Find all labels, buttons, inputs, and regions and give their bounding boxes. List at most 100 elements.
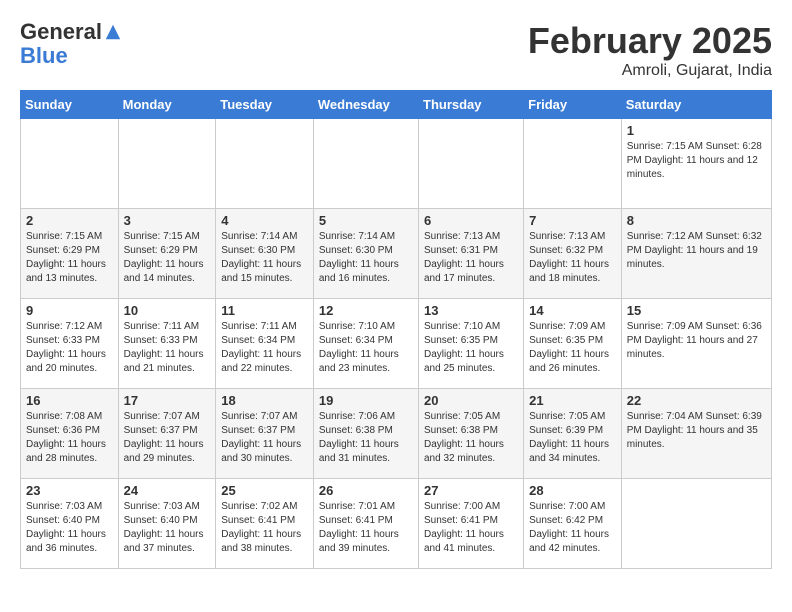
day-info: Sunrise: 7:10 AM Sunset: 6:34 PM Dayligh… — [319, 320, 413, 376]
day-info: Sunrise: 7:12 AM Sunset: 6:32 PM Dayligh… — [627, 230, 766, 272]
day-number: 9 — [26, 303, 113, 318]
day-number: 16 — [26, 393, 113, 408]
calendar-cell: 7 Sunrise: 7:13 AM Sunset: 6:32 PM Daylig… — [524, 209, 622, 299]
calendar-cell: 1 Sunrise: 7:15 AM Sunset: 6:28 PM Daylig… — [621, 119, 771, 209]
calendar-cell: 8 Sunrise: 7:12 AM Sunset: 6:32 PM Daylig… — [621, 209, 771, 299]
day-number: 13 — [424, 303, 518, 318]
day-number: 24 — [124, 483, 211, 498]
calendar-cell: 19 Sunrise: 7:06 AM Sunset: 6:38 PM Dayli… — [313, 389, 418, 479]
calendar-cell — [118, 119, 216, 209]
day-info: Sunrise: 7:10 AM Sunset: 6:35 PM Dayligh… — [424, 320, 518, 376]
week-row-3: 9 Sunrise: 7:12 AM Sunset: 6:33 PM Daylig… — [21, 299, 772, 389]
calendar-cell: 9 Sunrise: 7:12 AM Sunset: 6:33 PM Daylig… — [21, 299, 119, 389]
day-number: 1 — [627, 123, 766, 138]
calendar-cell: 21 Sunrise: 7:05 AM Sunset: 6:39 PM Dayli… — [524, 389, 622, 479]
day-info: Sunrise: 7:07 AM Sunset: 6:37 PM Dayligh… — [221, 410, 308, 466]
day-number: 28 — [529, 483, 616, 498]
logo: General Blue — [20, 20, 122, 68]
day-info: Sunrise: 7:08 AM Sunset: 6:36 PM Dayligh… — [26, 410, 113, 466]
calendar-cell — [524, 119, 622, 209]
day-info: Sunrise: 7:06 AM Sunset: 6:38 PM Dayligh… — [319, 410, 413, 466]
week-row-1: 1 Sunrise: 7:15 AM Sunset: 6:28 PM Daylig… — [21, 119, 772, 209]
calendar-cell: 17Sunrise: 7:07 AM Sunset: 6:37 PM Dayli… — [118, 389, 216, 479]
day-info: Sunrise: 7:12 AM Sunset: 6:33 PM Dayligh… — [26, 320, 113, 376]
day-number: 12 — [319, 303, 413, 318]
day-number: 27 — [424, 483, 518, 498]
calendar-cell: 13 Sunrise: 7:10 AM Sunset: 6:35 PM Dayli… — [419, 299, 524, 389]
calendar-cell: 28 Sunrise: 7:00 AM Sunset: 6:42 PM Dayli… — [524, 479, 622, 569]
day-number: 17 — [124, 393, 211, 408]
location: Amroli, Gujarat, India — [528, 62, 772, 80]
calendar-table: SundayMondayTuesdayWednesdayThursdayFrid… — [20, 90, 772, 569]
month-title: February 2025 — [528, 20, 772, 62]
day-number: 19 — [319, 393, 413, 408]
page-header: General Blue February 2025 Amroli, Gujar… — [20, 20, 772, 80]
day-header-sunday: Sunday — [21, 91, 119, 119]
calendar-cell: 27 Sunrise: 7:00 AM Sunset: 6:41 PM Dayli… — [419, 479, 524, 569]
day-info: Sunrise: 7:03 AM Sunset: 6:40 PM Dayligh… — [124, 500, 211, 556]
day-info: Sunrise: 7:00 AM Sunset: 6:42 PM Dayligh… — [529, 500, 616, 556]
week-row-4: 16 Sunrise: 7:08 AM Sunset: 6:36 PM Dayli… — [21, 389, 772, 479]
calendar-cell: 6 Sunrise: 7:13 AM Sunset: 6:31 PM Daylig… — [419, 209, 524, 299]
day-number: 21 — [529, 393, 616, 408]
day-number: 18 — [221, 393, 308, 408]
day-info: Sunrise: 7:15 AM Sunset: 6:29 PM Dayligh… — [26, 230, 113, 286]
day-number: 2 — [26, 213, 113, 228]
title-section: February 2025 Amroli, Gujarat, India — [528, 20, 772, 80]
week-row-5: 23 Sunrise: 7:03 AM Sunset: 6:40 PM Dayli… — [21, 479, 772, 569]
calendar-cell: 12 Sunrise: 7:10 AM Sunset: 6:34 PM Dayli… — [313, 299, 418, 389]
day-number: 10 — [124, 303, 211, 318]
day-number: 4 — [221, 213, 308, 228]
day-info: Sunrise: 7:11 AM Sunset: 6:33 PM Dayligh… — [124, 320, 211, 376]
logo-blue: Blue — [20, 44, 122, 68]
calendar-cell: 18 Sunrise: 7:07 AM Sunset: 6:37 PM Dayli… — [216, 389, 314, 479]
calendar-cell — [313, 119, 418, 209]
calendar-cell: 15 Sunrise: 7:09 AM Sunset: 6:36 PM Dayli… — [621, 299, 771, 389]
day-header-saturday: Saturday — [621, 91, 771, 119]
day-info: Sunrise: 7:14 AM Sunset: 6:30 PM Dayligh… — [221, 230, 308, 286]
day-number: 6 — [424, 213, 518, 228]
day-info: Sunrise: 7:03 AM Sunset: 6:40 PM Dayligh… — [26, 500, 113, 556]
day-number: 8 — [627, 213, 766, 228]
day-info: Sunrise: 7:02 AM Sunset: 6:41 PM Dayligh… — [221, 500, 308, 556]
day-info: Sunrise: 7:00 AM Sunset: 6:41 PM Dayligh… — [424, 500, 518, 556]
day-number: 3 — [124, 213, 211, 228]
day-header-monday: Monday — [118, 91, 216, 119]
day-info: Sunrise: 7:11 AM Sunset: 6:34 PM Dayligh… — [221, 320, 308, 376]
day-number: 23 — [26, 483, 113, 498]
day-number: 5 — [319, 213, 413, 228]
day-number: 11 — [221, 303, 308, 318]
calendar-cell: 11 Sunrise: 7:11 AM Sunset: 6:34 PM Dayli… — [216, 299, 314, 389]
day-info: Sunrise: 7:13 AM Sunset: 6:31 PM Dayligh… — [424, 230, 518, 286]
day-number: 22 — [627, 393, 766, 408]
day-info: Sunrise: 7:15 AM Sunset: 6:29 PM Dayligh… — [124, 230, 211, 286]
calendar-cell: 20 Sunrise: 7:05 AM Sunset: 6:38 PM Dayli… — [419, 389, 524, 479]
calendar-cell — [621, 479, 771, 569]
calendar-cell: 25Sunrise: 7:02 AM Sunset: 6:41 PM Dayli… — [216, 479, 314, 569]
calendar-cell: 24 Sunrise: 7:03 AM Sunset: 6:40 PM Dayli… — [118, 479, 216, 569]
day-info: Sunrise: 7:14 AM Sunset: 6:30 PM Dayligh… — [319, 230, 413, 286]
day-info: Sunrise: 7:05 AM Sunset: 6:38 PM Dayligh… — [424, 410, 518, 466]
header-row: SundayMondayTuesdayWednesdayThursdayFrid… — [21, 91, 772, 119]
day-header-wednesday: Wednesday — [313, 91, 418, 119]
calendar-cell: 23 Sunrise: 7:03 AM Sunset: 6:40 PM Dayli… — [21, 479, 119, 569]
day-number: 26 — [319, 483, 413, 498]
logo-icon — [104, 23, 122, 41]
day-number: 7 — [529, 213, 616, 228]
calendar-cell: 3 Sunrise: 7:15 AM Sunset: 6:29 PM Daylig… — [118, 209, 216, 299]
calendar-cell: 26Sunrise: 7:01 AM Sunset: 6:41 PM Dayli… — [313, 479, 418, 569]
calendar-cell: 22Sunrise: 7:04 AM Sunset: 6:39 PM Dayli… — [621, 389, 771, 479]
calendar-cell: 14Sunrise: 7:09 AM Sunset: 6:35 PM Dayli… — [524, 299, 622, 389]
day-header-thursday: Thursday — [419, 91, 524, 119]
day-info: Sunrise: 7:13 AM Sunset: 6:32 PM Dayligh… — [529, 230, 616, 286]
calendar-cell — [21, 119, 119, 209]
day-info: Sunrise: 7:09 AM Sunset: 6:36 PM Dayligh… — [627, 320, 766, 362]
week-row-2: 2 Sunrise: 7:15 AM Sunset: 6:29 PM Daylig… — [21, 209, 772, 299]
day-info: Sunrise: 7:05 AM Sunset: 6:39 PM Dayligh… — [529, 410, 616, 466]
calendar-cell: 4 Sunrise: 7:14 AM Sunset: 6:30 PM Daylig… — [216, 209, 314, 299]
day-info: Sunrise: 7:15 AM Sunset: 6:28 PM Dayligh… — [627, 140, 766, 182]
day-number: 20 — [424, 393, 518, 408]
day-info: Sunrise: 7:09 AM Sunset: 6:35 PM Dayligh… — [529, 320, 616, 376]
day-number: 15 — [627, 303, 766, 318]
day-header-tuesday: Tuesday — [216, 91, 314, 119]
